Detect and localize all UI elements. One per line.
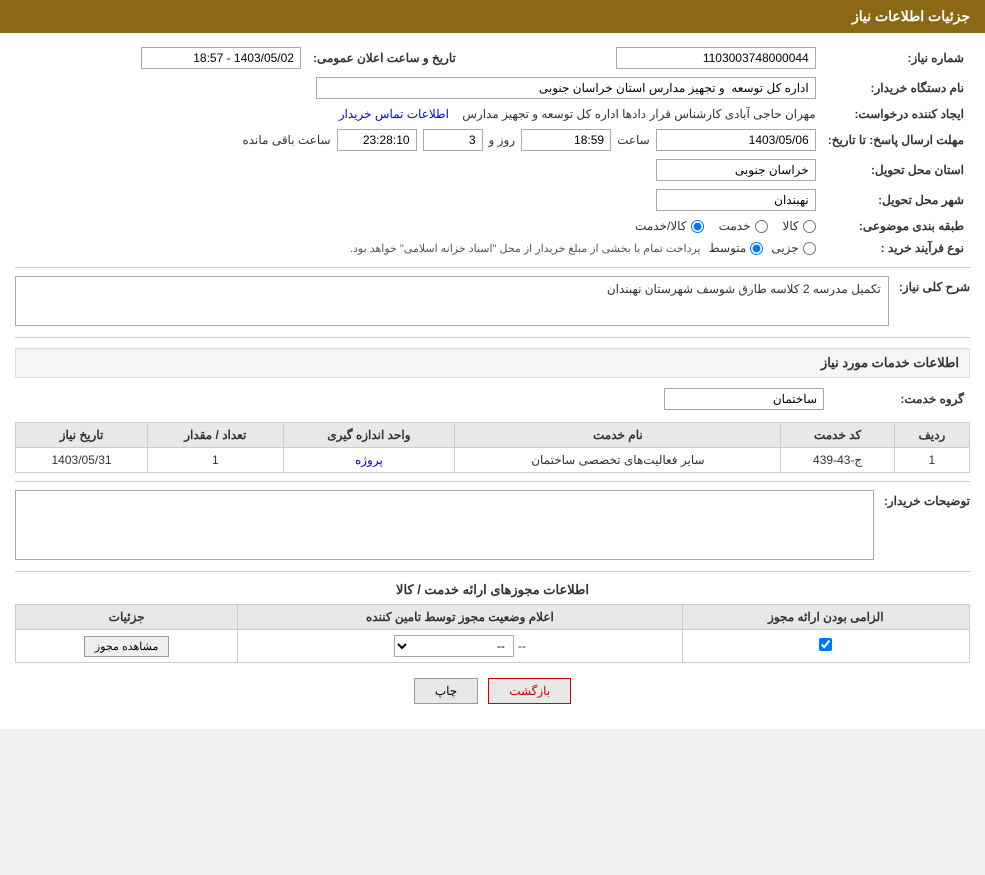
divider-1 <box>15 267 970 268</box>
category-kala-khedmat-label: کالا/خدمت <box>635 219 686 233</box>
city-label: شهر محل تحویل: <box>822 185 970 215</box>
deadline-remaining-label: ساعت باقی مانده <box>242 133 330 147</box>
col-service-name: نام خدمت <box>455 423 781 448</box>
services-group-table: گروه خدمت: <box>15 384 970 414</box>
col-quantity: تعداد / مقدار <box>148 423 283 448</box>
purchase-type-label: نوع فرآیند خرید : <box>822 237 970 259</box>
services-table: ردیف کد خدمت نام خدمت واحد اندازه گیری ت… <box>15 422 970 473</box>
buyer-notes-textarea[interactable] <box>15 490 874 560</box>
category-radio-khedmat-input[interactable] <box>755 220 768 233</box>
table-row: 1 ج-43-439 سایر فعالیت‌های تخصصی ساختمان… <box>16 448 970 473</box>
cell-service-name: سایر فعالیت‌های تخصصی ساختمان <box>455 448 781 473</box>
creator-value: مهران حاجی آبادی کارشناس قرار دادها ادار… <box>462 107 815 121</box>
col-service-code: کد خدمت <box>781 423 894 448</box>
purchase-type-notice: پرداخت تمام یا بخشی از مبلغ خریدار از مح… <box>350 242 701 255</box>
cell-need-date: 1403/05/31 <box>16 448 148 473</box>
licenses-table: الزامی بودن ارائه مجوز اعلام وضعیت مجوز … <box>15 604 970 663</box>
need-description-label: شرح کلی نیاز: <box>899 280 970 294</box>
cell-service-code: ج-43-439 <box>781 448 894 473</box>
page-title: جزئیات اطلاعات نیاز <box>852 8 970 24</box>
license-required-cell[interactable] <box>682 630 969 663</box>
purchase-type-motavaset-label: متوسط <box>709 241 747 255</box>
announce-date-input[interactable] <box>141 47 301 69</box>
announce-date-label: تاریخ و ساعت اعلان عمومی: <box>307 43 462 73</box>
license-details-cell: مشاهده مجوز <box>16 630 238 663</box>
buyer-notes-label: توضیحات خریدار: <box>884 494 970 508</box>
deadline-remaining-input[interactable] <box>337 129 417 151</box>
category-radio-kala-khedmat[interactable]: کالا/خدمت <box>635 219 703 233</box>
view-license-button[interactable]: مشاهده مجوز <box>84 636 169 657</box>
print-button[interactable]: چاپ <box>414 678 478 704</box>
license-status-value: -- <box>518 639 526 653</box>
back-button[interactable]: بازگشت <box>488 678 571 704</box>
cell-row-num: 1 <box>894 448 969 473</box>
divider-3 <box>15 481 970 482</box>
license-required-checkbox[interactable] <box>819 638 832 651</box>
divider-4 <box>15 571 970 572</box>
creator-contact-link[interactable]: اطلاعات تماس خریدار <box>339 107 449 121</box>
deadline-label: مهلت ارسال پاسخ: تا تاریخ: <box>822 125 970 155</box>
divider-2 <box>15 337 970 338</box>
province-label: استان محل تحویل: <box>822 155 970 185</box>
category-radio-khedmat[interactable]: خدمت <box>719 219 768 233</box>
col-unit: واحد اندازه گیری <box>283 423 455 448</box>
cell-unit: پروژه <box>283 448 455 473</box>
services-group-input[interactable] <box>664 388 824 410</box>
creator-label: ایجاد کننده درخواست: <box>822 103 970 125</box>
licenses-section-title: اطلاعات مجوزهای ارائه خدمت / کالا <box>15 582 970 598</box>
page-header: جزئیات اطلاعات نیاز <box>0 0 985 33</box>
col-row-num: ردیف <box>894 423 969 448</box>
license-status-select[interactable]: -- <box>394 635 514 657</box>
licenses-col-status: اعلام وضعیت مجوز توسط تامین کننده <box>238 605 682 630</box>
license-status-cell: -- -- <box>238 630 682 663</box>
category-label: طبقه بندی موضوعی: <box>822 215 970 237</box>
licenses-col-details: جزئیات <box>16 605 238 630</box>
cell-quantity: 1 <box>148 448 283 473</box>
purchase-type-radio-jozi-input[interactable] <box>803 242 816 255</box>
services-group-label: گروه خدمت: <box>830 384 970 414</box>
main-info-table: شماره نیاز: تاریخ و ساعت اعلان عمومی: نا… <box>15 43 970 259</box>
category-khedmat-label: خدمت <box>719 219 751 233</box>
purchase-type-radio-motavaset[interactable]: متوسط <box>709 241 764 255</box>
deadline-time-input[interactable] <box>521 129 611 151</box>
category-radio-kala-khedmat-input[interactable] <box>691 220 704 233</box>
province-input[interactable] <box>656 159 816 181</box>
need-description-row: شرح کلی نیاز: تکمیل مدرسه 2 کلاسه طارق ش… <box>15 276 970 329</box>
purchase-type-jozi-label: جزیی <box>771 241 798 255</box>
deadline-time-label: ساعت <box>617 133 650 147</box>
col-need-date: تاریخ نیاز <box>16 423 148 448</box>
buyer-org-input[interactable] <box>316 77 816 99</box>
deadline-date-input[interactable] <box>656 129 816 151</box>
need-number-input[interactable] <box>616 47 816 69</box>
city-input[interactable] <box>656 189 816 211</box>
deadline-days-label: روز و <box>489 133 516 147</box>
need-number-label: شماره نیاز: <box>822 43 970 73</box>
list-item: -- -- مشاهده مجوز <box>16 630 970 663</box>
buyer-notes-wrapper <box>15 490 874 563</box>
licenses-section: اطلاعات مجوزهای ارائه خدمت / کالا الزامی… <box>15 582 970 663</box>
need-description-wrapper: تکمیل مدرسه 2 کلاسه طارق شوسف شهرستان نه… <box>15 276 889 329</box>
category-radio-kala-input[interactable] <box>803 220 816 233</box>
purchase-type-radio-motavaset-input[interactable] <box>750 242 763 255</box>
category-kala-label: کالا <box>783 219 799 233</box>
purchase-type-radio-jozi[interactable]: جزیی <box>771 241 815 255</box>
deadline-days-input[interactable] <box>423 129 483 151</box>
licenses-col-required: الزامی بودن ارائه مجوز <box>682 605 969 630</box>
services-section-title: اطلاعات خدمات مورد نیاز <box>15 348 970 378</box>
category-radio-kala[interactable]: کالا <box>783 219 816 233</box>
services-section: اطلاعات خدمات مورد نیاز گروه خدمت: ردیف … <box>15 348 970 473</box>
buyer-notes-row: توضیحات خریدار: <box>15 490 970 563</box>
buyer-org-label: نام دستگاه خریدار: <box>822 73 970 103</box>
need-description-textarea[interactable] <box>15 276 889 326</box>
button-row: بازگشت چاپ <box>15 678 970 704</box>
